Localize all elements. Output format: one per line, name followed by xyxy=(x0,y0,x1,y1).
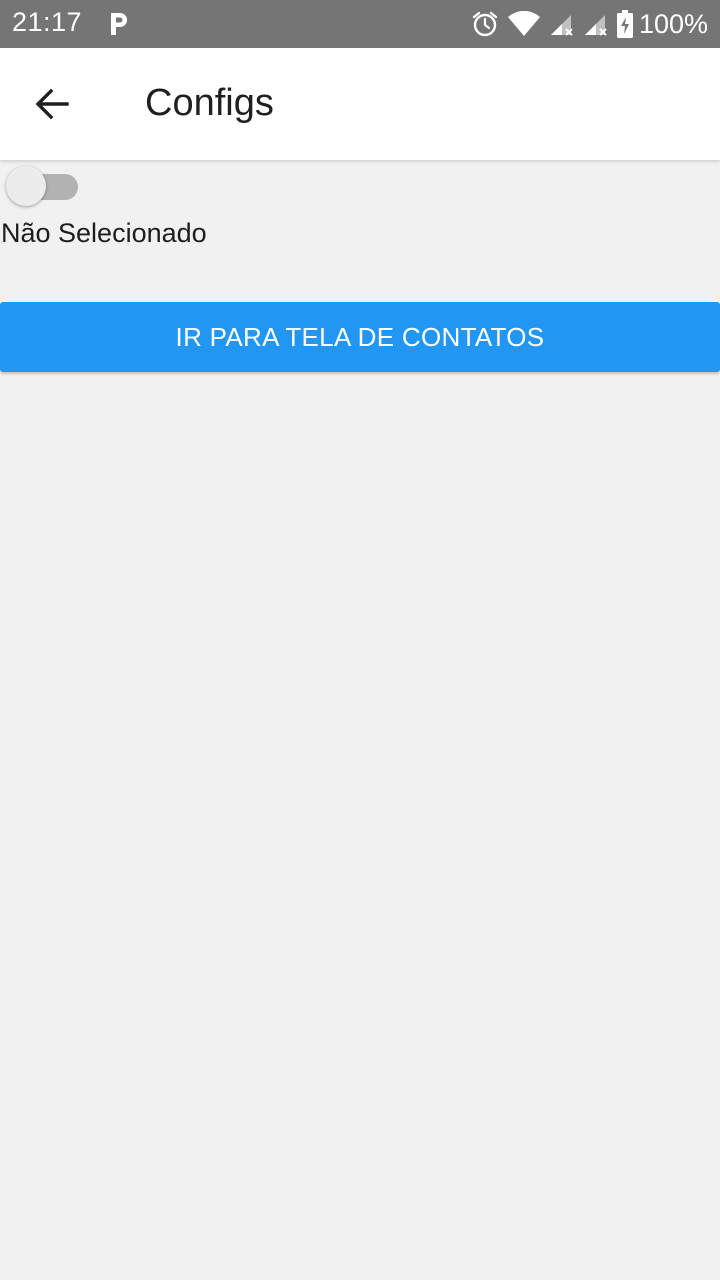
alarm-icon xyxy=(472,11,498,37)
wifi-icon xyxy=(507,11,540,36)
battery-percent: 100% xyxy=(638,8,708,39)
toggle-thumb xyxy=(6,166,46,206)
page-title: Configs xyxy=(145,82,274,124)
signal-icon xyxy=(550,15,573,36)
back-button[interactable] xyxy=(20,72,84,136)
status-time: 21:17 xyxy=(12,7,83,37)
parking-icon xyxy=(111,13,127,35)
selection-toggle[interactable] xyxy=(6,166,78,208)
arrow-left-icon xyxy=(35,88,69,120)
status-icons: 100% xyxy=(471,0,708,48)
signal-icon xyxy=(584,15,607,36)
battery-charging-icon xyxy=(616,10,633,38)
toggle-status-label: Não Selecionado xyxy=(1,218,207,248)
status-bar: 21:17 100% xyxy=(0,0,720,48)
app-bar: Configs xyxy=(0,48,720,160)
go-to-contacts-button[interactable]: IR PARA TELA DE CONTATOS xyxy=(0,302,720,372)
